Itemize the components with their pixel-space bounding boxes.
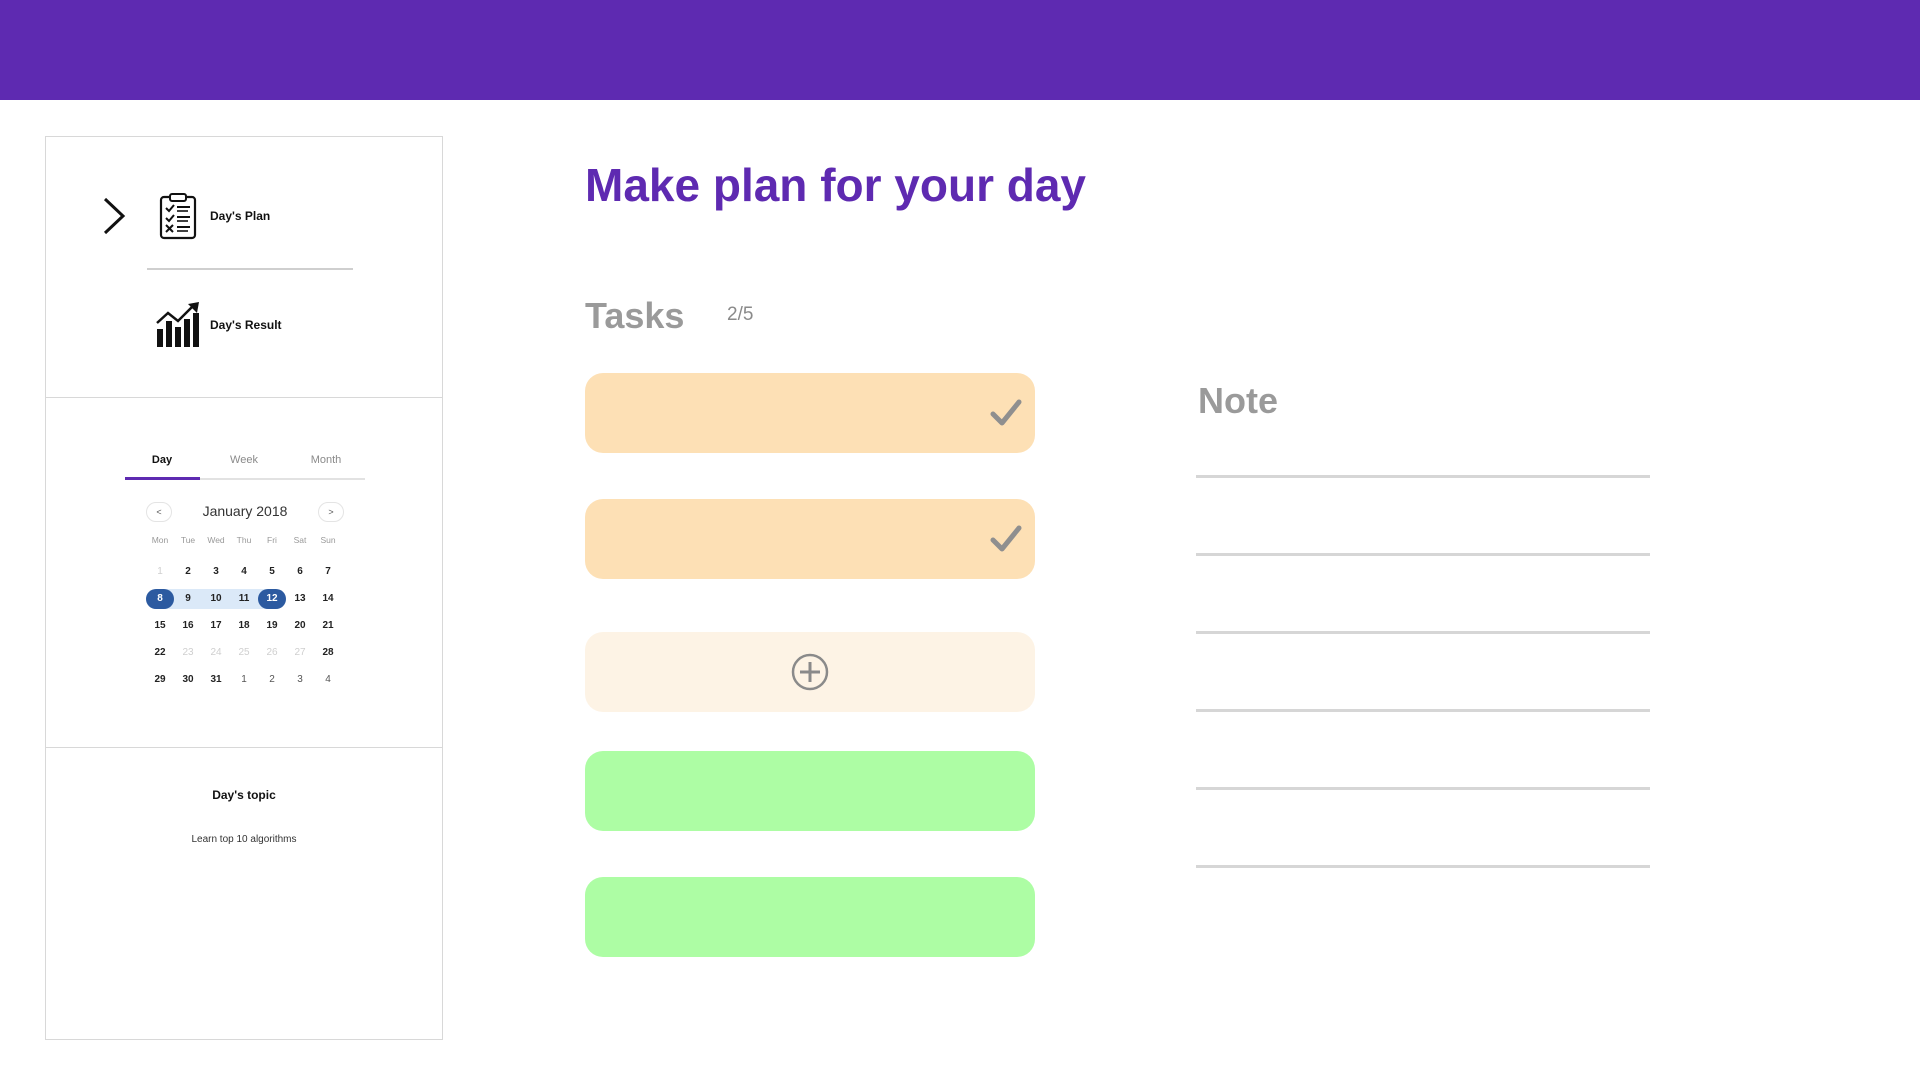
note-line[interactable] xyxy=(1196,865,1650,868)
weekday-label: Wed xyxy=(207,535,225,545)
note-line[interactable] xyxy=(1196,631,1650,634)
calendar-day[interactable]: 26 xyxy=(258,643,286,663)
sidebar-item-label: Day's Result xyxy=(210,318,282,332)
tasks-heading: Tasks xyxy=(585,295,685,336)
sidebar: Day's Plan Day's Result Day Week Month < xyxy=(45,136,443,1040)
active-tab-indicator xyxy=(125,477,200,480)
tab-week[interactable]: Week xyxy=(207,454,281,466)
calendar-day[interactable]: 2 xyxy=(258,670,286,690)
note-line[interactable] xyxy=(1196,787,1650,790)
calendar-day[interactable]: 1 xyxy=(146,562,174,582)
calendar-day[interactable]: 12 xyxy=(258,589,286,609)
tab-day[interactable]: Day xyxy=(125,454,199,466)
calendar-day[interactable]: 14 xyxy=(314,589,342,609)
calendar-header: < January 2018 > xyxy=(146,502,344,522)
calendar-day[interactable]: 4 xyxy=(230,562,258,582)
calendar-day[interactable]: 29 xyxy=(146,670,174,690)
calendar-day[interactable]: 24 xyxy=(202,643,230,663)
calendar-day[interactable]: 10 xyxy=(202,589,230,609)
view-tabs: Day Week Month xyxy=(125,446,365,480)
calendar-day[interactable]: 22 xyxy=(146,643,174,663)
calendar-day[interactable]: 7 xyxy=(314,562,342,582)
task-card-done[interactable] xyxy=(585,373,1035,453)
weekday-label: Sat xyxy=(293,535,307,545)
sidebar-nav: Day's Plan Day's Result xyxy=(46,137,442,398)
note-line[interactable] xyxy=(1196,709,1650,712)
sidebar-item-label: Day's Plan xyxy=(210,209,271,223)
add-task-button[interactable] xyxy=(585,632,1035,712)
weekday-label: Mon xyxy=(151,535,169,545)
note-heading: Note xyxy=(1198,380,1278,421)
tasks-count: 2/5 xyxy=(727,304,754,325)
calendar-day[interactable]: 13 xyxy=(286,589,314,609)
growth-chart-icon xyxy=(156,302,199,347)
calendar-day[interactable]: 31 xyxy=(202,670,230,690)
calendar-day[interactable]: 3 xyxy=(286,670,314,690)
calendar-day[interactable]: 6 xyxy=(286,562,314,582)
tab-month[interactable]: Month xyxy=(289,454,363,466)
task-card[interactable] xyxy=(585,877,1035,957)
clipboard-checklist-icon xyxy=(159,193,197,240)
calendar-day[interactable]: 30 xyxy=(174,670,202,690)
weekday-label: Tue xyxy=(180,535,196,545)
calendar-day[interactable]: 1 xyxy=(230,670,258,690)
calendar-month-title: January 2018 xyxy=(202,503,288,519)
checkmark-icon[interactable] xyxy=(989,523,1023,555)
checkmark-icon[interactable] xyxy=(989,397,1023,429)
calendar-day[interactable]: 15 xyxy=(146,616,174,636)
topic-panel: Day's topic Learn top 10 algorithms xyxy=(46,748,442,1039)
calendar-day[interactable]: 16 xyxy=(174,616,202,636)
chevron-right-icon[interactable] xyxy=(101,197,127,235)
calendar-day[interactable]: 27 xyxy=(286,643,314,663)
note-line[interactable] xyxy=(1196,475,1650,478)
topic-text: Learn top 10 algorithms xyxy=(191,834,297,845)
calendar-day[interactable]: 20 xyxy=(286,616,314,636)
note-line[interactable] xyxy=(1196,553,1650,556)
calendar-day[interactable]: 5 xyxy=(258,562,286,582)
calendar-panel: Day Week Month < January 2018 > Mon Tue We… xyxy=(46,398,442,748)
calendar-day[interactable]: 8 xyxy=(146,589,174,609)
calendar-day[interactable]: 23 xyxy=(174,643,202,663)
calendar-day[interactable]: 9 xyxy=(174,589,202,609)
weekday-label: Thu xyxy=(236,535,252,545)
calendar-day[interactable]: 4 xyxy=(314,670,342,690)
nav-divider xyxy=(147,268,353,270)
plus-circle-icon[interactable] xyxy=(790,652,830,692)
next-month-button[interactable]: > xyxy=(318,502,344,522)
calendar-day[interactable]: 11 xyxy=(230,589,258,609)
calendar-day[interactable]: 3 xyxy=(202,562,230,582)
calendar-day[interactable]: 18 xyxy=(230,616,258,636)
page-title: Make plan for your day xyxy=(585,159,1087,211)
calendar-day[interactable]: 21 xyxy=(314,616,342,636)
calendar-day[interactable]: 25 xyxy=(230,643,258,663)
topic-title: Day's topic xyxy=(212,788,276,802)
top-bar xyxy=(0,0,1920,100)
task-card-done[interactable] xyxy=(585,499,1035,579)
calendar-day[interactable]: 2 xyxy=(174,562,202,582)
calendar-day[interactable]: 19 xyxy=(258,616,286,636)
prev-month-button[interactable]: < xyxy=(146,502,172,522)
sidebar-item-days-result[interactable]: Day's Result xyxy=(154,301,282,349)
calendar-day[interactable]: 28 xyxy=(314,643,342,663)
task-card[interactable] xyxy=(585,751,1035,831)
weekday-label: Sun xyxy=(320,535,336,545)
weekday-label: Fri xyxy=(267,535,277,545)
calendar-day[interactable]: 17 xyxy=(202,616,230,636)
sidebar-item-days-plan[interactable]: Day's Plan xyxy=(154,192,270,240)
